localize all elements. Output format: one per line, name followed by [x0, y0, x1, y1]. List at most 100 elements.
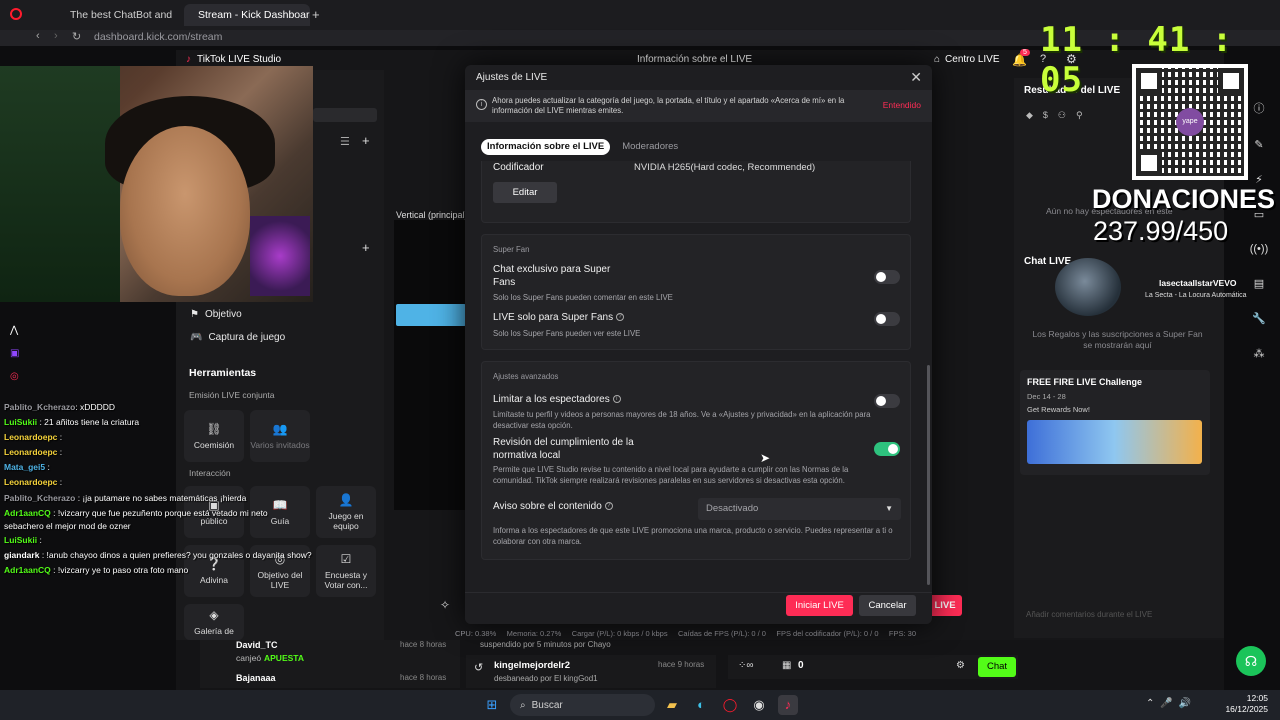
- tiktok-taskbar-icon[interactable]: ♪: [778, 695, 798, 715]
- content-notice-dropdown[interactable]: Desactivado ▼: [698, 498, 901, 520]
- chat-message: sebachero el mejor mod de ozner: [4, 521, 131, 531]
- feed-time-2: hace 8 horas: [400, 673, 447, 682]
- reload-icon[interactable]: ↻: [72, 30, 81, 43]
- broadcast-icon[interactable]: ((•)): [1250, 243, 1269, 255]
- list-icon[interactable]: ☰: [340, 135, 350, 148]
- chat-message: Pablito_Kcherazo: xDDDDD: [4, 402, 115, 412]
- support-icon[interactable]: ☊: [1236, 646, 1266, 676]
- superfan-chat-title: Chat exclusivo para Super Fans: [493, 264, 611, 288]
- chat-comment-input[interactable]: Añadir comentarios durante el LIVE: [1026, 610, 1152, 619]
- tab-label: The best ChatBot and: [70, 9, 173, 21]
- limit-viewers-subtitle: Limítaste tu perfil y videos a personas …: [493, 410, 871, 430]
- tab-live-info-visible[interactable]: Información sobre el LIVE: [481, 139, 611, 155]
- back-icon[interactable]: ‹: [36, 30, 40, 42]
- compliance-toggle[interactable]: [874, 442, 900, 456]
- vertical-preview[interactable]: [394, 220, 466, 510]
- coemision-tile[interactable]: ⛓ Coemisión: [184, 410, 244, 462]
- live-center-link[interactable]: ⌂ Centro LIVE: [934, 54, 1000, 65]
- notification-bell[interactable]: 🔔 5: [1012, 49, 1030, 67]
- taskbar-time: 12:05: [1246, 693, 1268, 703]
- chat-message: Leonardoepc :: [4, 447, 63, 457]
- live-start-button-behind[interactable]: LIVE: [928, 595, 962, 616]
- team-game-tile[interactable]: 👤 Juego en equipo: [316, 486, 376, 538]
- kick-icon[interactable]: ⋀: [10, 325, 19, 336]
- edge-icon[interactable]: ◐: [691, 695, 711, 715]
- challenge-card[interactable]: FREE FIRE LIVE Challenge Dec 14 - 28 Get…: [1020, 370, 1210, 475]
- kick-moderation-feed: ↺ kingelmejordelr2 hace 9 horas desbanea…: [466, 655, 716, 688]
- poll-tile[interactable]: ☑ Encuesta y Votar con...: [316, 545, 376, 597]
- left-sidebar-icons: ⋀ ▣ ◎: [10, 325, 19, 382]
- twitch-icon[interactable]: ▣: [10, 348, 19, 359]
- info-circle-icon: i: [476, 99, 487, 110]
- live-settings-modal: Ajustes de LIVE ✕ i Ahora puedes actuali…: [465, 65, 932, 624]
- multi-guest-tile[interactable]: 👥 Varios invitados: [250, 410, 310, 462]
- yape-qr-code: yape: [1132, 64, 1248, 180]
- donations-label: DONACIONES: [1092, 184, 1276, 214]
- superfan-live-toggle[interactable]: [874, 312, 900, 326]
- feed-user-2: Bajanaaa: [236, 673, 276, 683]
- checkbox-icon: ☑: [340, 552, 352, 566]
- moderation-top-line: suspendido por 5 minutos por Chayo: [480, 640, 611, 649]
- edit-button[interactable]: Editar: [493, 182, 557, 203]
- tab-moderators-visible[interactable]: Moderadores: [616, 139, 684, 155]
- chat-settings-icon[interactable]: ⚙: [956, 660, 965, 671]
- taskbar-date: 16/12/2025: [1225, 704, 1268, 714]
- add-scene-icon[interactable]: +: [362, 133, 370, 148]
- vertical-label: Vertical (principal): [396, 210, 468, 220]
- target-small-icon[interactable]: ◎: [10, 371, 19, 382]
- limit-viewers-toggle[interactable]: [874, 394, 900, 408]
- start-live-button[interactable]: Iniciar LIVE: [786, 595, 853, 616]
- album-art: [1055, 258, 1121, 316]
- opera-logo-icon[interactable]: [10, 8, 22, 20]
- chat-send-button[interactable]: Chat: [978, 657, 1016, 677]
- browser-tab-chatbot[interactable]: The best ChatBot and: [56, 4, 176, 26]
- info-small-icon: i: [612, 395, 621, 404]
- info-icon[interactable]: ⓘ: [1254, 100, 1265, 116]
- game-capture-item[interactable]: 🎮 Captura de juego: [190, 332, 285, 343]
- dots-icon[interactable]: ⁂: [1254, 347, 1265, 360]
- tab-label: Stream - Kick Dashboard: [198, 9, 310, 21]
- chat-message: Adr1aanCQ : !vizcarry ye to paso otra fo…: [4, 565, 189, 575]
- forward-icon[interactable]: ›: [54, 30, 58, 42]
- opera-icon[interactable]: ◯: [720, 695, 740, 715]
- taskbar-clock[interactable]: 12:05 16/12/2025: [1222, 693, 1268, 715]
- help-circle-icon: ?: [604, 502, 613, 511]
- scene-toolbar: [313, 108, 377, 122]
- tray-icons[interactable]: ⌃🎤🔊: [1146, 698, 1197, 709]
- help-circle-icon: ?: [616, 313, 625, 322]
- chat-info-text: Los Regalos y las suscripciones a Super …: [1032, 329, 1203, 350]
- flag-icon: ⚑: [190, 309, 199, 320]
- url-text[interactable]: dashboard.kick.com/stream: [94, 31, 222, 43]
- challenge-title: FREE FIRE LIVE Challenge: [1027, 377, 1143, 387]
- superfan-chat-toggle[interactable]: [874, 270, 900, 284]
- modal-title: Ajustes de LIVE: [476, 72, 548, 83]
- chat-message: Pablito_Kcherazo : ¡ja putamare no sabes…: [4, 493, 247, 503]
- taskbar-search[interactable]: ⌕ Buscar: [510, 694, 655, 716]
- gallery-tile[interactable]: ◈ Galería de: [184, 604, 244, 640]
- magic-wand-icon[interactable]: ✧: [440, 598, 450, 612]
- notice-text: Ahora puedes actualizar la categoría del…: [492, 96, 845, 115]
- objective-item[interactable]: ⚑ Objetivo: [190, 309, 242, 320]
- studio-title: ♪ TikTok LIVE Studio: [186, 54, 282, 65]
- gallery-icon: ◈: [209, 608, 219, 622]
- browser-tab-kick[interactable]: Stream - Kick Dashboard: [184, 4, 310, 26]
- layers-icon[interactable]: ▤: [1254, 277, 1264, 290]
- cancel-button[interactable]: Cancelar: [859, 595, 916, 616]
- file-explorer-icon[interactable]: ▰: [662, 695, 682, 715]
- compliance-subtitle: Permite que LIVE Studio revise tu conten…: [493, 465, 849, 485]
- add-source-icon[interactable]: +: [362, 240, 370, 255]
- advanced-section: Ajustes avanzados Limitar a los espectad…: [481, 361, 911, 560]
- tiktok-logo-icon: ♪: [186, 54, 191, 65]
- close-icon[interactable]: ✕: [910, 69, 922, 86]
- emote-icon[interactable]: ⁘∞: [738, 660, 754, 671]
- content-notice-title: Aviso sobre el contenido?: [493, 500, 613, 513]
- app-icon[interactable]: ◉: [749, 695, 769, 715]
- store-icon[interactable]: ▦: [782, 660, 791, 671]
- new-tab-button[interactable]: +: [312, 7, 320, 22]
- song-title: La Secta - La Locura Automática: [1145, 292, 1247, 299]
- viewer-count: 0: [798, 660, 804, 671]
- windows-start-icon[interactable]: ⊞: [482, 695, 502, 715]
- edit-pen-icon[interactable]: ✎: [1254, 138, 1263, 151]
- modal-scrollbar[interactable]: [927, 365, 930, 585]
- notice-dismiss-button[interactable]: Entendido: [883, 100, 921, 110]
